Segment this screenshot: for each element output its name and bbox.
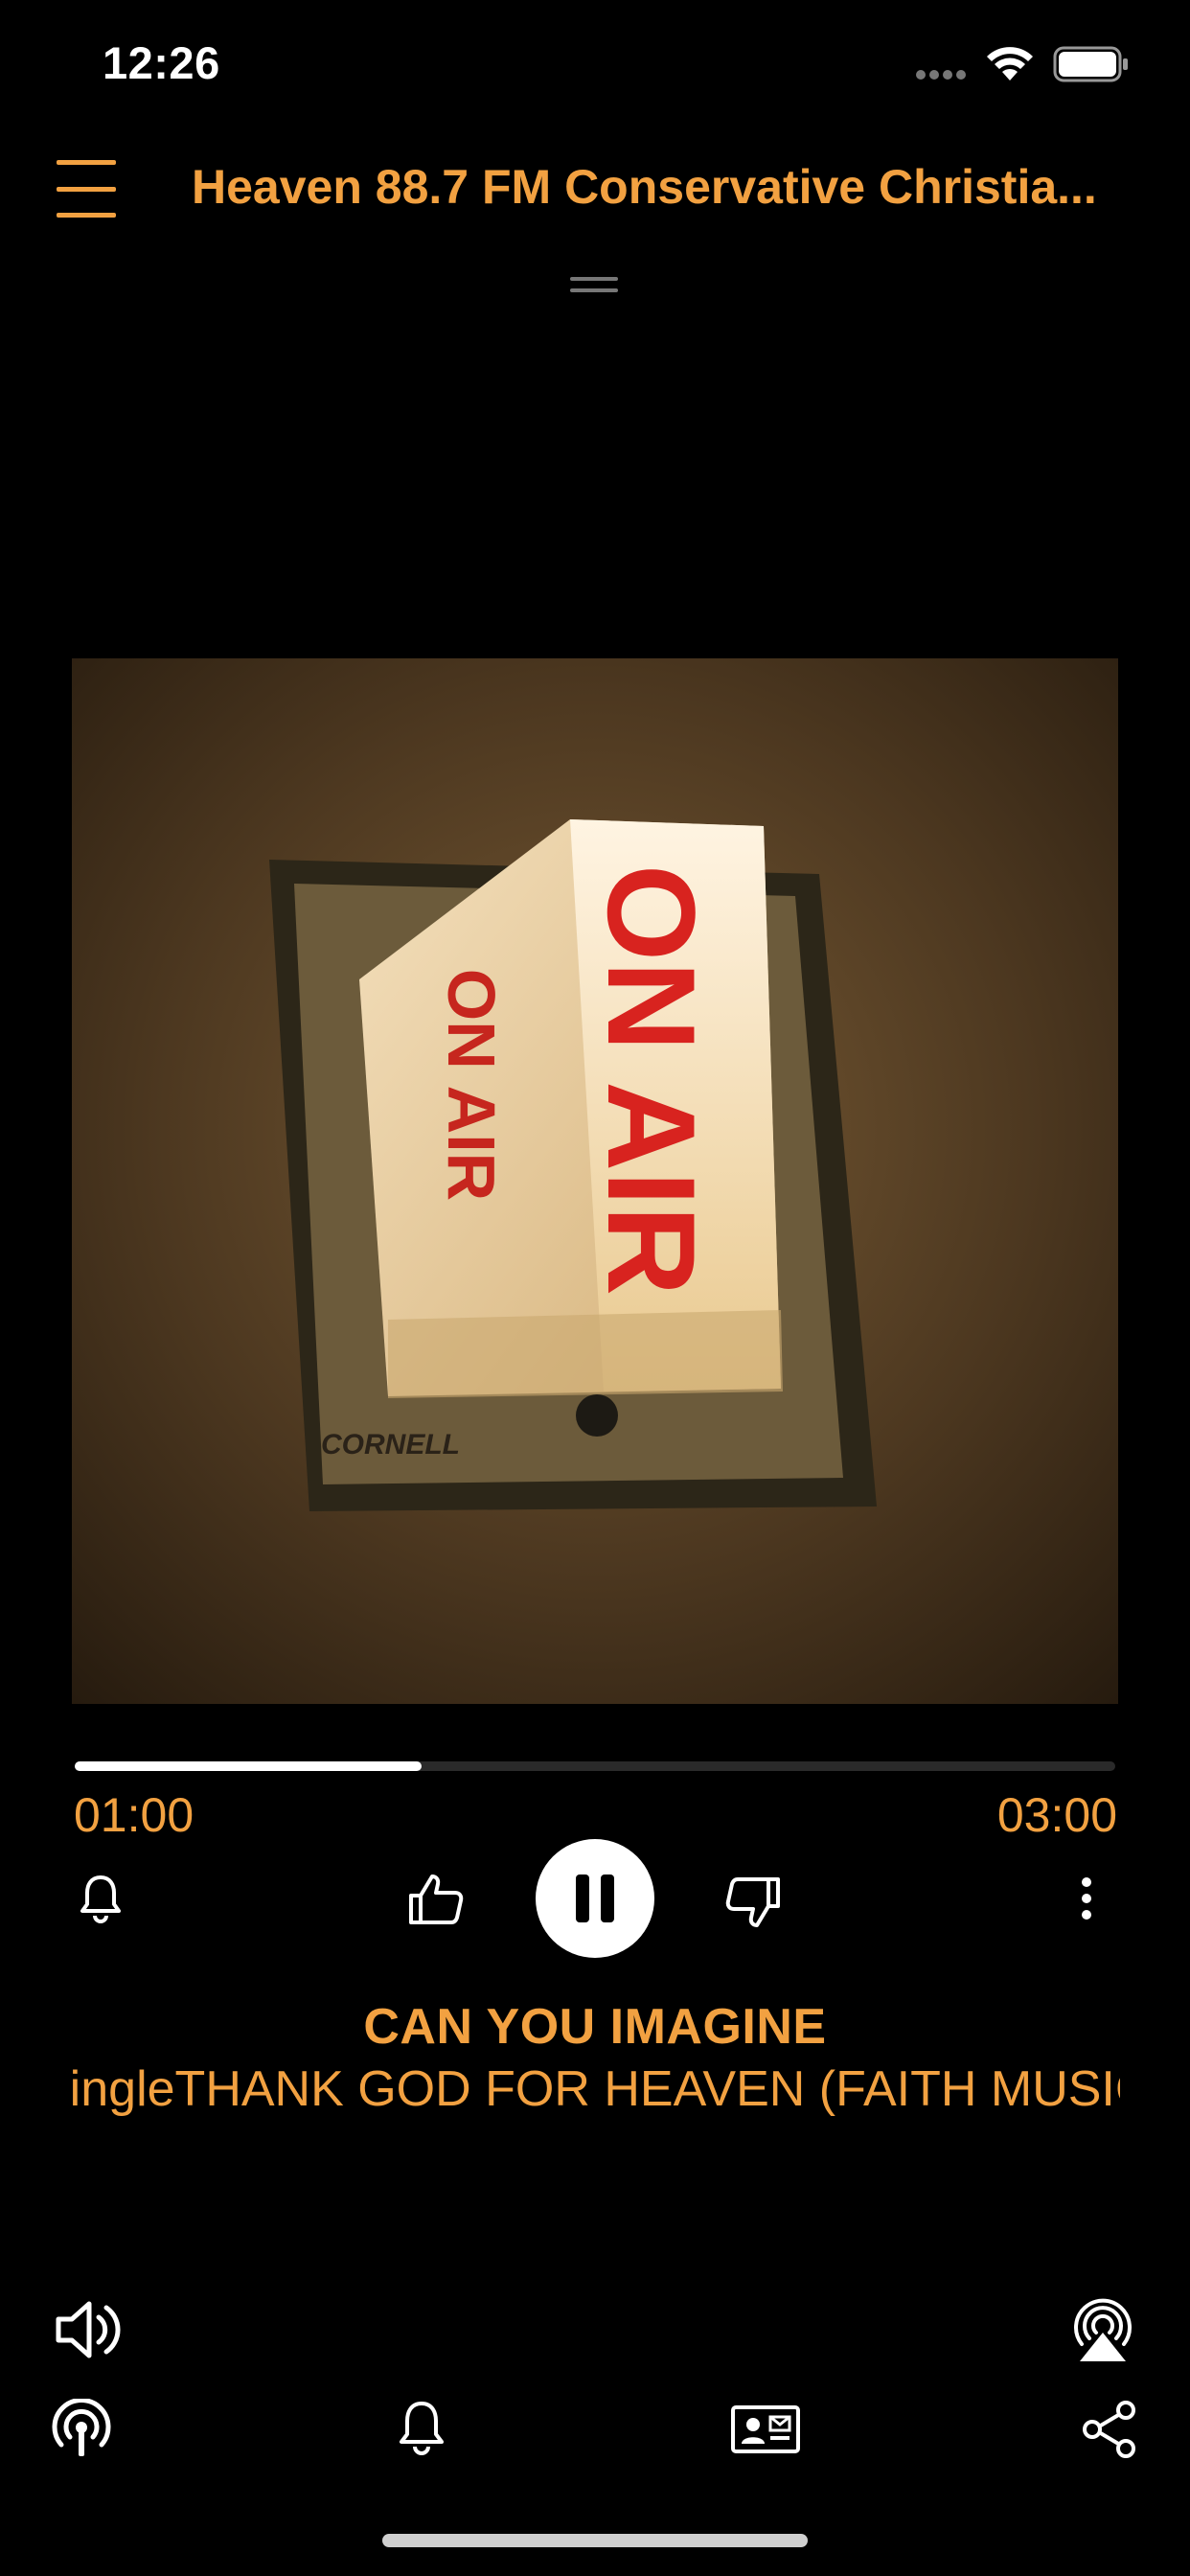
status-time: 12:26 <box>103 37 220 88</box>
podcast-broadcast-icon[interactable] <box>50 2399 113 2458</box>
wifi-icon <box>987 47 1033 80</box>
artwork-on-air-front: ON AIR <box>582 864 721 1296</box>
battery-icon <box>1053 46 1128 82</box>
signal-dots-icon <box>916 70 966 80</box>
duration-time: 03:00 <box>996 1788 1117 1842</box>
playback-progress-fill <box>75 1761 422 1771</box>
thumbs-down-icon[interactable] <box>724 1875 782 1929</box>
artwork-on-air-side: ON AIR <box>434 969 509 1201</box>
contact-card-icon[interactable] <box>730 2404 801 2454</box>
elapsed-time: 01:00 <box>74 1788 195 1842</box>
pause-button[interactable] <box>536 1839 654 1958</box>
share-icon[interactable] <box>1081 2400 1138 2459</box>
song-subtitle-marquee: SingleTHANK GOD FOR HEAVEN (FAITH MUSIC <box>72 2060 1120 2128</box>
thumbs-up-icon[interactable] <box>407 1873 465 1926</box>
artwork-plate-text: CORNELL <box>321 1429 460 1460</box>
album-artwork: ON AIR ON AIR CORNELL <box>72 658 1118 1704</box>
station-title: Heaven 88.7 FM Conservative Christia... <box>192 160 1097 214</box>
home-indicator[interactable] <box>382 2534 808 2547</box>
playback-progress-bar[interactable] <box>75 1761 1115 1771</box>
volume-icon[interactable] <box>55 2296 124 2363</box>
drag-handle-icon[interactable] <box>570 275 618 296</box>
bell-icon[interactable] <box>398 2400 446 2455</box>
airplay-icon[interactable] <box>1068 2294 1137 2363</box>
hamburger-menu-icon[interactable] <box>55 158 118 219</box>
more-vertical-icon[interactable] <box>1080 1876 1093 1920</box>
bell-icon[interactable] <box>79 1874 123 1923</box>
pause-icon <box>576 1874 614 1922</box>
song-subtitle: SingleTHANK GOD FOR HEAVEN (FAITH MUSIC <box>72 2061 1120 2117</box>
song-title: CAN YOU IMAGINE <box>363 1999 827 2055</box>
